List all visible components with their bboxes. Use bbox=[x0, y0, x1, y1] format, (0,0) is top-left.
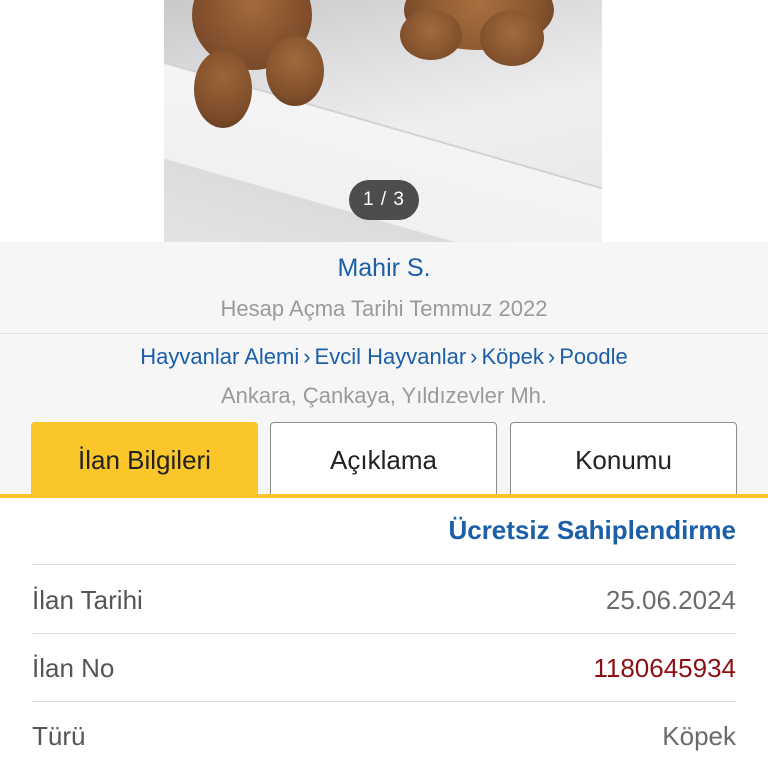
breadcrumb-separator-icon: › bbox=[547, 344, 556, 369]
photo-gallery[interactable]: 1 / 3 bbox=[0, 0, 768, 242]
photo-dog-left-paw bbox=[194, 50, 252, 128]
info-label: İlan Tarihi bbox=[32, 585, 143, 615]
tab-ilan-bilgileri[interactable]: İlan Bilgileri bbox=[31, 422, 258, 496]
breadcrumb-item-hayvanlar-alemi[interactable]: Hayvanlar Alemi bbox=[140, 344, 299, 369]
photo-dog-left-paw bbox=[266, 36, 324, 106]
photo-dog-right-paw bbox=[480, 10, 544, 66]
seller-name-link[interactable]: Mahir S. bbox=[0, 254, 768, 283]
listing-location: Ankara, Çankaya, Yıldızevler Mh. bbox=[220, 383, 548, 408]
breadcrumb-item-kopek[interactable]: Köpek bbox=[481, 344, 543, 369]
breadcrumb-item-poodle[interactable]: Poodle bbox=[559, 344, 628, 369]
info-row-ilan-tarihi: İlan Tarihi 25.06.2024 bbox=[32, 566, 736, 634]
info-value: Köpek bbox=[662, 721, 736, 751]
tab-aciklama[interactable]: Açıklama bbox=[270, 422, 497, 496]
info-label: Türü bbox=[32, 721, 86, 751]
breadcrumb-item-evcil-hayvanlar[interactable]: Evcil Hayvanlar bbox=[315, 344, 467, 369]
tab-konumu[interactable]: Konumu bbox=[510, 422, 737, 496]
listing-number-value: 1180645934 bbox=[593, 653, 736, 683]
info-value: 25.06.2024 bbox=[605, 585, 736, 615]
seller-account-date: Hesap Açma Tarihi Temmuz 2022 bbox=[220, 296, 548, 321]
breadcrumb: Hayvanlar Alemi › Evcil Hayvanlar › Köpek › Po… bbox=[0, 344, 768, 370]
listing-tabs: İlan Bilgileri Açıklama Konumu bbox=[0, 422, 768, 498]
listing-price: Ücretsiz Sahiplendirme bbox=[448, 515, 736, 545]
info-row-ilan-no: İlan No 1180645934 bbox=[32, 634, 736, 702]
photo-counter-badge: 1 / 3 bbox=[349, 180, 419, 220]
photo-dog-right-paw bbox=[400, 10, 462, 60]
price-row: Ücretsiz Sahiplendirme bbox=[32, 498, 736, 565]
info-label: İlan No bbox=[32, 653, 115, 683]
info-row-turu: Türü Köpek bbox=[32, 702, 736, 768]
breadcrumb-separator-icon: › bbox=[470, 344, 478, 369]
breadcrumb-separator-icon: › bbox=[303, 344, 311, 369]
